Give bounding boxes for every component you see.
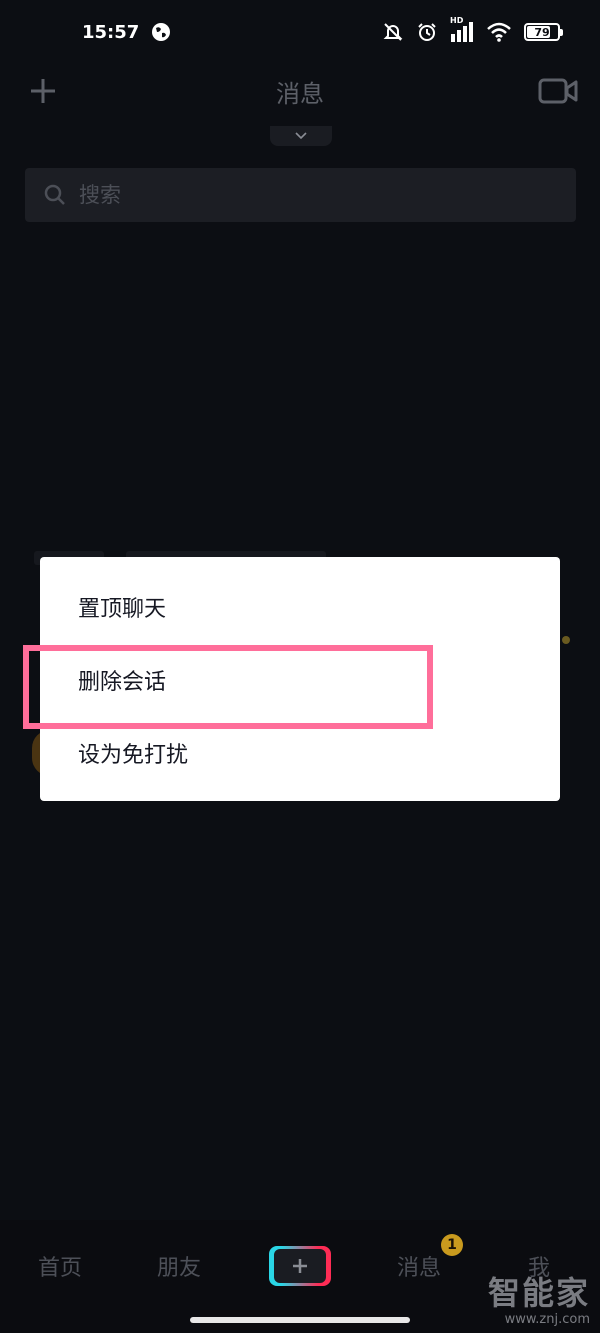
search-icon (44, 184, 65, 205)
battery-icon: 79 (524, 23, 563, 41)
battery-level: 79 (534, 25, 550, 39)
background-unread-dot (562, 636, 570, 644)
search-input[interactable] (77, 182, 561, 208)
mute-bell-icon (383, 23, 403, 41)
header: 消息 (0, 64, 600, 120)
status-time: 15:57 (82, 21, 140, 43)
create-button[interactable] (269, 1246, 331, 1286)
highlight-annotation (23, 645, 433, 729)
menu-item-pin-chat[interactable]: 置顶聊天 (40, 570, 560, 643)
video-camera-icon[interactable] (538, 77, 578, 105)
messages-badge: 1 (441, 1234, 463, 1256)
tab-messages[interactable]: 消息 (397, 1250, 441, 1282)
status-right: HD 79 (382, 16, 563, 43)
signal-group: HD (450, 16, 474, 42)
search-bar[interactable] (25, 168, 576, 222)
status-left: 15:57 (82, 22, 171, 43)
home-indicator[interactable] (190, 1317, 410, 1323)
status-bar: 15:57 HD 79 (0, 0, 600, 64)
highlight-annotation-notch (29, 651, 40, 723)
network-label: HD (450, 16, 464, 25)
wifi-icon (487, 22, 511, 42)
signal-icon (451, 22, 473, 42)
collapse-tab[interactable] (270, 126, 332, 146)
plus-icon (293, 1259, 307, 1273)
globe-icon (152, 23, 171, 41)
watermark: 智能家 www.znj.com (488, 1268, 590, 1327)
watermark-name: 智能家 (487, 1274, 590, 1312)
create-button-inner (274, 1249, 326, 1283)
alarm-icon (418, 23, 436, 41)
tab-friends[interactable]: 朋友 (157, 1250, 201, 1282)
chevron-down-icon (295, 132, 307, 140)
watermark-url: www.znj.com (504, 1312, 590, 1327)
page-title: 消息 (276, 80, 324, 108)
tab-home[interactable]: 首页 (38, 1250, 82, 1282)
